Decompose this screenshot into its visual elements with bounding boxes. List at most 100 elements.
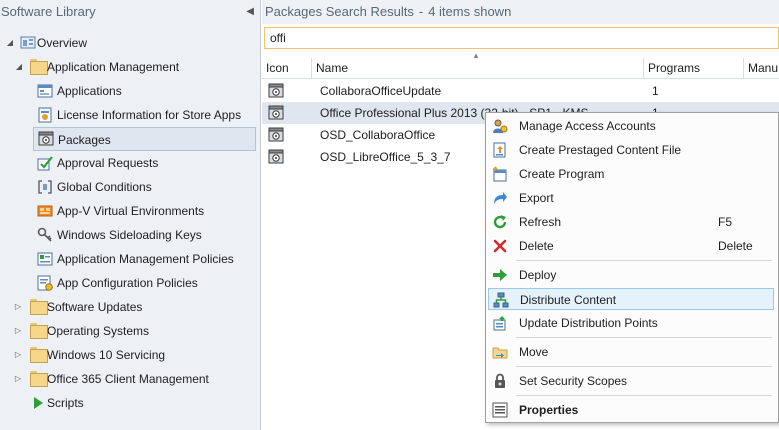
expanded-arrow-icon[interactable]: ◢ <box>13 56 25 78</box>
menu-item-delete[interactable]: Delete Delete <box>488 235 774 257</box>
menu-item-distribute-content[interactable]: Distribute Content <box>488 288 774 310</box>
tree-item-operating-systems[interactable]: ▷ Operating Systems <box>15 320 256 342</box>
tree-item-label: Application Management <box>47 60 180 74</box>
menu-item-move[interactable]: Move <box>488 341 774 363</box>
deploy-icon <box>493 269 507 281</box>
tree-item-office-365-client-management[interactable]: ▷ Office 365 Client Management <box>15 368 256 390</box>
menu-item-update-distribution-points[interactable]: Update Distribution Points <box>488 312 774 334</box>
tree-item-label: Office 365 Client Management <box>47 372 209 386</box>
menu-separator <box>516 395 772 396</box>
results-count: 4 items shown <box>428 4 512 19</box>
tree-item-appv-environments[interactable]: App-V Virtual Environments <box>37 200 256 222</box>
create-program-icon <box>493 166 507 182</box>
policy-icon <box>37 252 53 266</box>
tree-item-label: App-V Virtual Environments <box>57 204 205 218</box>
security-scopes-icon <box>495 373 505 388</box>
distribute-content-icon <box>493 292 509 308</box>
collapsed-arrow-icon[interactable]: ▷ <box>12 368 24 390</box>
package-icon <box>268 149 284 164</box>
tree-item-approval-requests[interactable]: Approval Requests <box>37 152 256 174</box>
folder-icon <box>30 299 48 317</box>
menu-item-manage-access-accounts[interactable]: Manage Access Accounts <box>488 115 774 137</box>
prestaged-content-icon <box>493 142 506 158</box>
tree-item-global-conditions[interactable]: Global Conditions <box>37 176 256 198</box>
package-icon <box>268 105 284 120</box>
menu-item-label: Set Security Scopes <box>519 374 628 388</box>
tree-item-overview[interactable]: ◢ Overview <box>7 32 256 54</box>
manage-accounts-icon <box>493 119 508 133</box>
expanded-arrow-icon[interactable]: ◢ <box>4 32 16 54</box>
menu-separator <box>516 337 772 338</box>
export-icon <box>494 192 507 204</box>
tree-item-label: Packages <box>58 133 111 147</box>
column-header-icon[interactable]: Icon <box>262 58 312 79</box>
menu-separator <box>516 366 772 367</box>
menu-item-export[interactable]: Export <box>488 187 774 209</box>
menu-item-create-prestaged-content-file[interactable]: Create Prestaged Content File <box>488 139 774 161</box>
move-icon <box>492 347 508 359</box>
collapse-pane-icon[interactable]: ◀ <box>246 0 254 24</box>
tree-item-windows-10-servicing[interactable]: ▷ Windows 10 Servicing <box>15 344 256 366</box>
tree-item-scripts[interactable]: Scripts <box>30 392 256 414</box>
menu-item-label: Refresh <box>519 215 562 229</box>
menu-item-label: Update Distribution Points <box>519 316 658 330</box>
folder-icon <box>30 347 48 365</box>
menu-item-refresh[interactable]: Refresh F5 <box>488 211 774 233</box>
tree-item-label: App Configuration Policies <box>57 276 198 290</box>
column-header-manufacturer[interactable]: Manu <box>744 58 779 79</box>
collapsed-arrow-icon[interactable]: ▷ <box>12 296 24 318</box>
delete-icon <box>493 239 507 253</box>
menu-item-set-security-scopes[interactable]: Set Security Scopes <box>488 370 774 392</box>
tree-item-sideloading-keys[interactable]: Windows Sideloading Keys <box>37 224 256 246</box>
search-input[interactable] <box>264 27 779 49</box>
nav-pane-title: Software Library <box>1 4 96 19</box>
results-title: Packages Search Results <box>265 4 414 19</box>
scripts-icon <box>34 397 43 409</box>
menu-item-label: Properties <box>519 403 579 417</box>
menu-item-label: Delete <box>519 239 554 253</box>
tree-item-label: Windows Sideloading Keys <box>57 228 202 242</box>
license-icon <box>38 107 52 123</box>
column-headers: Icon Name Programs Manu <box>262 58 779 79</box>
tree-item-app-configuration-policies[interactable]: App Configuration Policies <box>37 272 256 294</box>
approval-icon <box>37 156 53 171</box>
menu-item-deploy[interactable]: Deploy <box>488 264 774 286</box>
collapsed-arrow-icon[interactable]: ▷ <box>12 344 24 366</box>
update-dp-icon <box>493 316 506 331</box>
menu-item-label: Deploy <box>519 268 557 282</box>
tree-item-software-updates[interactable]: ▷ Software Updates <box>15 296 256 318</box>
tree-item-label: Approval Requests <box>57 156 159 170</box>
overview-icon <box>20 36 36 49</box>
menu-item-label: Create Program <box>519 167 605 181</box>
tree-item-label: Global Conditions <box>57 180 152 194</box>
tree-item-packages[interactable]: Packages <box>33 127 256 151</box>
menu-item-properties[interactable]: Properties <box>488 399 774 421</box>
key-icon <box>37 227 52 242</box>
folder-icon <box>30 371 48 389</box>
tree-item-applications[interactable]: Applications <box>37 80 256 102</box>
package-icon <box>268 83 284 98</box>
tree-item-label: License Information for Store Apps <box>57 108 242 122</box>
folder-icon <box>30 59 48 77</box>
menu-item-create-program[interactable]: Create Program <box>488 163 774 185</box>
column-header-name[interactable]: Name <box>312 58 644 79</box>
results-title-separator: - <box>418 4 424 19</box>
menu-separator <box>516 260 772 261</box>
tree-item-label: Overview <box>37 36 88 50</box>
tree-item-app-management-policies[interactable]: Application Management Policies <box>37 248 256 270</box>
package-icon <box>38 131 54 146</box>
table-row[interactable]: CollaboraOfficeUpdate 1 <box>262 80 779 102</box>
applications-icon <box>37 84 53 98</box>
row-programs: 1 <box>652 84 659 98</box>
menu-item-label: Export <box>519 191 554 205</box>
results-header: Packages Search Results -4 items shown <box>262 0 779 24</box>
tree-item-application-management[interactable]: ◢ Application Management <box>16 56 256 78</box>
menu-item-shortcut: Delete <box>718 239 753 253</box>
tree-item-license-information[interactable]: License Information for Store Apps <box>37 104 256 126</box>
appv-icon <box>37 205 53 217</box>
collapsed-arrow-icon[interactable]: ▷ <box>12 320 24 342</box>
context-menu: Manage Access Accounts Create Prestaged … <box>485 112 779 423</box>
tree-item-label: Windows 10 Servicing <box>47 348 166 362</box>
tree-item-label: Application Management Policies <box>57 252 234 266</box>
column-header-programs[interactable]: Programs <box>644 58 744 79</box>
